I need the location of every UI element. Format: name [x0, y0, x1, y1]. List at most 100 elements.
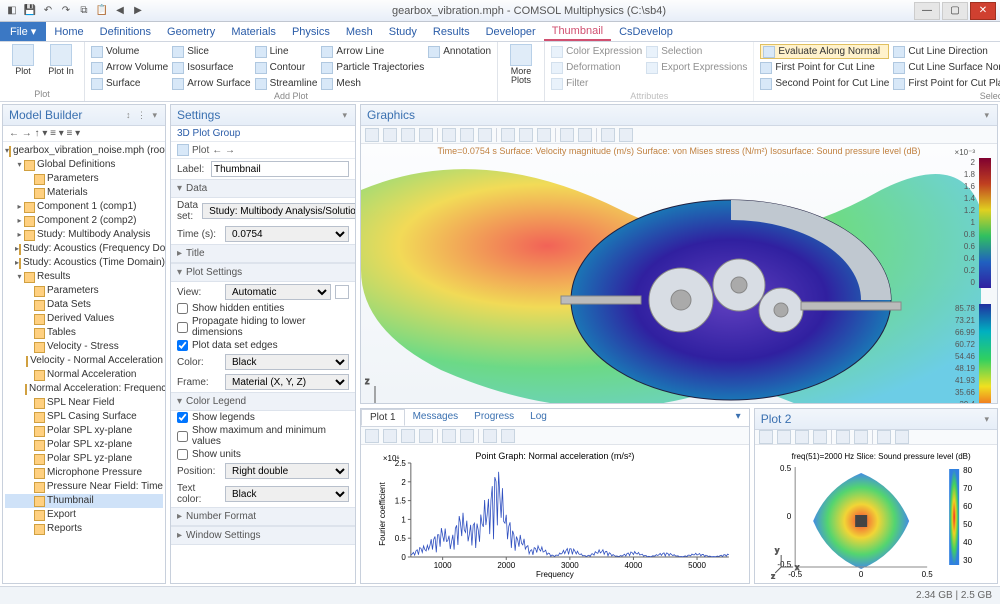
view-xz-icon[interactable] [537, 128, 551, 142]
label-input[interactable] [211, 161, 349, 177]
tree-velocity-stress[interactable]: Velocity - Stress [5, 340, 163, 354]
panel-tools[interactable]: ↕ ⋮ ▾ [126, 110, 159, 121]
time-select[interactable]: 0.0754 [225, 226, 349, 242]
pan-icon[interactable] [460, 128, 474, 142]
maximize-button[interactable]: ▢ [942, 2, 968, 20]
ribbon-arrow-surface[interactable]: Arrow Surface [172, 76, 250, 91]
plot-button[interactable]: Plot [6, 44, 40, 89]
snapshot-icon[interactable] [601, 128, 615, 142]
plot1-toolbar[interactable] [361, 427, 749, 445]
colorlegend-section[interactable]: ▾Color Legend [171, 392, 355, 411]
tree-velocity-normal-acceleration[interactable]: Velocity - Normal Acceleration [5, 354, 163, 368]
tree-thumbnail[interactable]: Thumbnail [5, 494, 163, 508]
tree-tables[interactable]: Tables [5, 326, 163, 340]
menutab-home[interactable]: Home [46, 22, 91, 41]
view-select[interactable]: Automatic [225, 284, 331, 300]
tab-log[interactable]: Log [522, 409, 555, 426]
tab-messages[interactable]: Messages [405, 409, 467, 426]
frame-select[interactable]: Material (X, Y, Z) [225, 374, 349, 390]
tree-derived-values[interactable]: Derived Values [5, 312, 163, 326]
tab-plot1[interactable]: Plot 1 [361, 409, 405, 426]
print-icon[interactable] [501, 429, 515, 443]
show-legends-checkbox[interactable] [177, 412, 188, 423]
minimize-button[interactable]: — [914, 2, 940, 20]
menutab-developer[interactable]: Developer [478, 22, 544, 41]
numberformat-section[interactable]: ▸Number Format [171, 507, 355, 526]
select-icon[interactable] [560, 128, 574, 142]
more-plots-button[interactable]: More Plots [504, 44, 538, 89]
menutab-thumbnail[interactable]: Thumbnail [544, 22, 611, 41]
ribbon-arrow-line[interactable]: Arrow Line [321, 44, 424, 59]
snapshot-icon[interactable] [483, 429, 497, 443]
tab-progress[interactable]: Progress [466, 409, 522, 426]
ribbon-contour[interactable]: Contour [255, 60, 318, 75]
ribbon-surface[interactable]: Surface [91, 76, 168, 91]
view-yz-icon[interactable] [519, 128, 533, 142]
light-icon[interactable] [578, 128, 592, 142]
tree-results[interactable]: ▾Results [5, 270, 163, 284]
back-icon[interactable]: ◀ [112, 3, 128, 19]
plot-edges-checkbox[interactable] [177, 340, 188, 351]
plot-in-button[interactable]: Plot In [44, 44, 78, 89]
color-select[interactable]: Black [225, 354, 349, 370]
panel-menu-icon[interactable]: ▾ [728, 409, 749, 426]
menutab-results[interactable]: Results [425, 22, 478, 41]
rotate-icon[interactable] [442, 128, 456, 142]
ribbon-line[interactable]: Line [255, 44, 318, 59]
menutab-definitions[interactable]: Definitions [92, 22, 159, 41]
ribbon-mesh[interactable]: Mesh [321, 76, 424, 91]
ribbon-streamline[interactable]: Streamline [255, 76, 318, 91]
tree-component-1-comp1-[interactable]: ▸Component 1 (comp1) [5, 200, 163, 214]
tree-study-multibody-analysis[interactable]: ▸Study: Multibody Analysis [5, 228, 163, 242]
zoom-out-icon[interactable] [401, 128, 415, 142]
view-xy-icon[interactable] [501, 128, 515, 142]
show-maxmin-checkbox[interactable] [177, 431, 188, 442]
close-button[interactable]: ✕ [970, 2, 996, 20]
textcolor-select[interactable]: Black [225, 486, 349, 502]
evaluate-along-normal[interactable]: Evaluate Along Normal [760, 44, 889, 59]
tree-spl-near-field[interactable]: SPL Near Field [5, 396, 163, 410]
ribbon-particle-trajectories[interactable]: Particle Trajectories [321, 60, 424, 75]
copy-icon[interactable]: ⧉ [76, 3, 92, 19]
tree-polar-spl-yz-plane[interactable]: Polar SPL yz-plane [5, 452, 163, 466]
tree-normal-acceleration[interactable]: Normal Acceleration [5, 368, 163, 382]
position-select[interactable]: Right double [225, 463, 349, 479]
tree-parameters[interactable]: Parameters [5, 172, 163, 186]
menutab-study[interactable]: Study [381, 22, 425, 41]
ribbon-slice[interactable]: Slice [172, 44, 250, 59]
plot2-toolbar[interactable] [755, 430, 997, 445]
file-menu[interactable]: File ▾ [0, 22, 46, 41]
undo-icon[interactable]: ↶ [40, 3, 56, 19]
menutab-materials[interactable]: Materials [223, 22, 284, 41]
tree-spl-casing-surface[interactable]: SPL Casing Surface [5, 410, 163, 424]
tree-global-definitions[interactable]: ▾Global Definitions [5, 158, 163, 172]
tree-reports[interactable]: Reports [5, 522, 163, 536]
fwd-icon[interactable]: ▶ [130, 3, 146, 19]
zoom-box-icon[interactable] [419, 128, 433, 142]
menutab-mesh[interactable]: Mesh [338, 22, 381, 41]
orbit-icon[interactable] [478, 128, 492, 142]
paste-icon[interactable]: 📋 [94, 3, 110, 19]
plot1-area[interactable]: Point Graph: Normal acceleration (m/s²)×… [361, 445, 749, 583]
print-icon[interactable] [619, 128, 633, 142]
ribbon-annotation[interactable]: Annotation [428, 44, 491, 59]
tree-microphone-pressure[interactable]: Microphone Pressure [5, 466, 163, 480]
redo-icon[interactable]: ↷ [58, 3, 74, 19]
zoom-ext-icon[interactable] [365, 128, 379, 142]
tree-polar-spl-xz-plane[interactable]: Polar SPL xz-plane [5, 438, 163, 452]
settings-plot-button[interactable]: Plot ← → [171, 142, 355, 159]
graphics-toolbar[interactable] [361, 126, 997, 144]
tree-parameters[interactable]: Parameters [5, 284, 163, 298]
model-tree[interactable]: ▾gearbox_vibration_noise.mph (root)▾Glob… [3, 142, 165, 583]
ribbon-volume[interactable]: Volume [91, 44, 168, 59]
propagate-checkbox[interactable] [177, 322, 188, 333]
tree-normal-acceleration-frequency[interactable]: Normal Acceleration: Frequency [5, 382, 163, 396]
ribbon-isosurface[interactable]: Isosurface [172, 60, 250, 75]
tree-study-acoustics-time-domain-[interactable]: ▸Study: Acoustics (Time Domain) [5, 256, 163, 270]
show-units-checkbox[interactable] [177, 449, 188, 460]
tree-study-acoustics-frequency-domain-[interactable]: ▸Study: Acoustics (Frequency Domain) [5, 242, 163, 256]
show-hidden-checkbox[interactable] [177, 303, 188, 314]
plotsettings-section[interactable]: ▾Plot Settings [171, 263, 355, 282]
model-builder-toolbar[interactable]: ← → ↑ ▾ ≡ ▾ ≡ ▾ [3, 126, 165, 142]
tree-export[interactable]: Export [5, 508, 163, 522]
